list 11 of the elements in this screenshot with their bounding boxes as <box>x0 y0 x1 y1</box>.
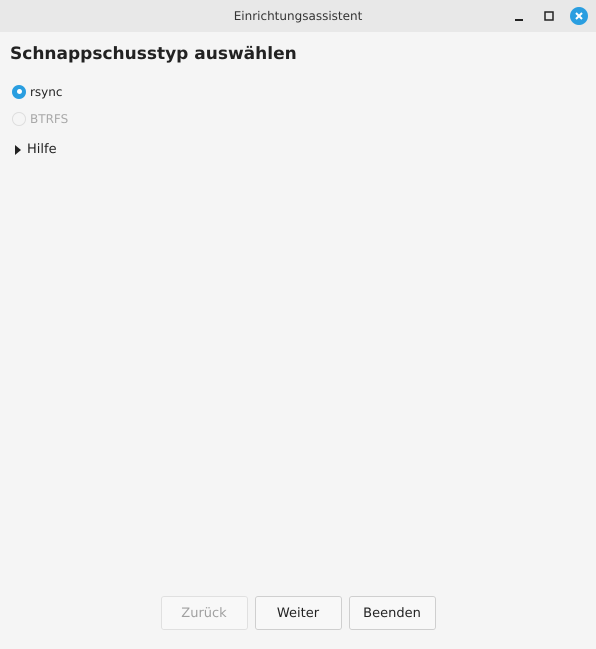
radio-button[interactable] <box>12 84 26 98</box>
window-title: Einrichtungsassistent <box>234 9 362 23</box>
wizard-button[interactable]: Weiter <box>254 596 342 630</box>
help-expander[interactable]: Hilfe <box>10 142 57 157</box>
minimize-icon <box>515 18 523 20</box>
wizard-button[interactable]: Beenden <box>348 596 436 630</box>
close-button[interactable] <box>570 7 588 25</box>
page-heading: Schnappschusstyp auswählen <box>10 44 298 64</box>
close-icon <box>574 11 584 21</box>
radio-option[interactable]: rsync <box>10 78 586 105</box>
maximize-icon <box>544 11 554 21</box>
